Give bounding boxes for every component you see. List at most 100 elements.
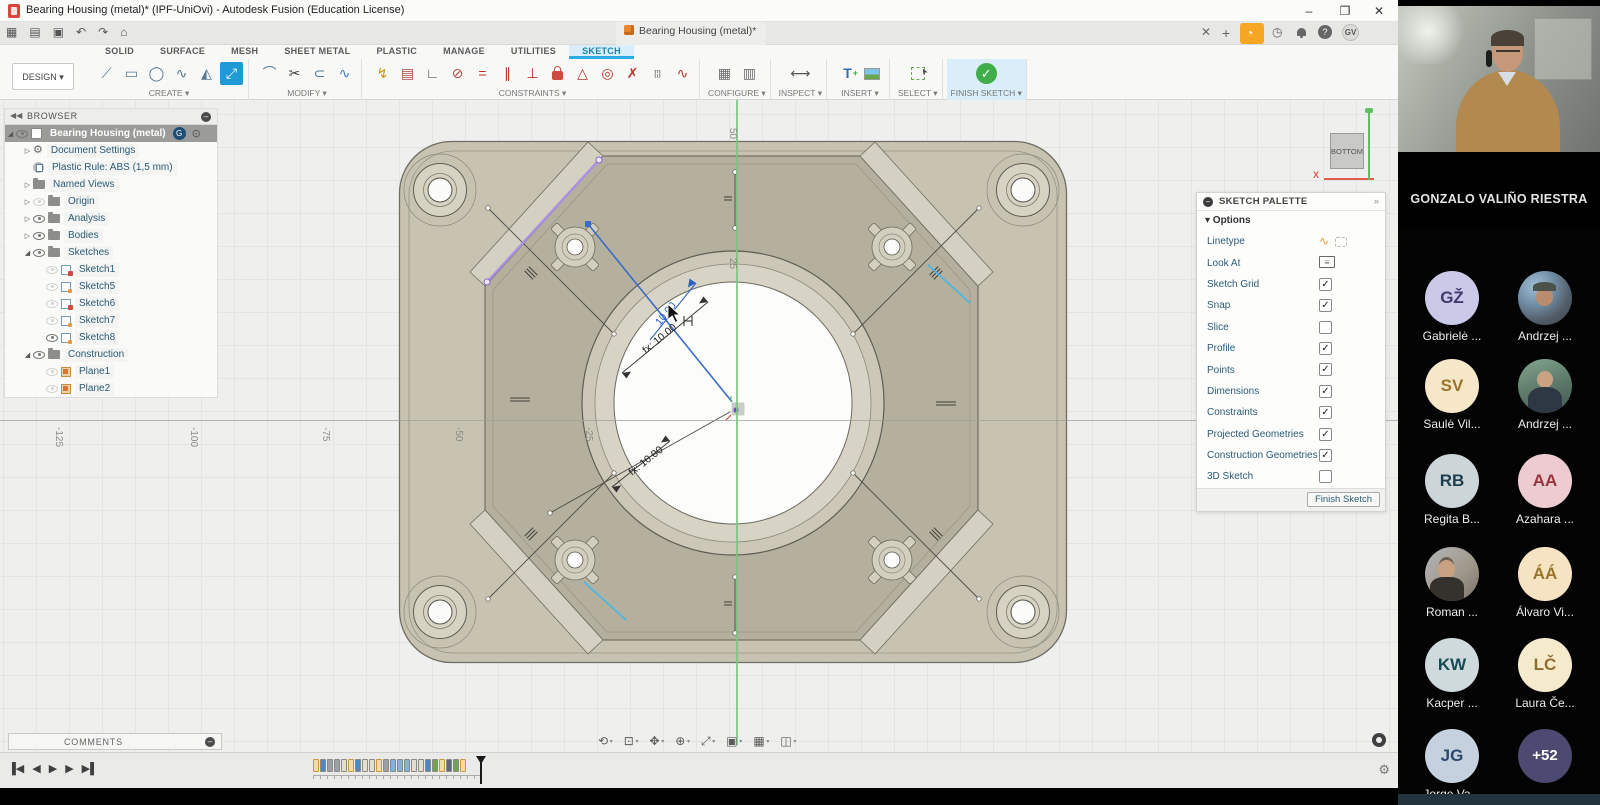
group-label[interactable]: SELECT ▾ [898, 88, 938, 99]
browser-item-document-settings[interactable]: ▷⚙Document Settings [5, 142, 217, 159]
timeline-feature-extrude[interactable] [320, 759, 326, 772]
eye-icon[interactable] [46, 300, 58, 308]
palette-row-snap-checkbox[interactable]: ✓ [1319, 299, 1332, 312]
group-label[interactable]: INSPECT ▾ [779, 88, 822, 99]
group-label[interactable]: CONSTRAINTS ▾ [499, 88, 567, 99]
sketch-palette-header[interactable]: – SKETCH PALETTE » [1197, 193, 1385, 211]
timeline-feature-sketch[interactable] [460, 759, 466, 772]
expand-icon[interactable]: ▷ [22, 198, 33, 206]
eye-icon[interactable] [16, 130, 28, 138]
tangent-tool-icon[interactable]: ⊘ [446, 62, 469, 85]
tab-plastic[interactable]: PLASTIC [363, 45, 430, 59]
bearing-housing-part[interactable]: fx: 10.00 fx: 10.00 10.00 [398, 140, 1068, 665]
browser-panel-header[interactable]: ◀◀ BROWSER – [5, 109, 217, 125]
timeline-feature-fillet-blue[interactable] [390, 759, 396, 772]
browser-item-plane1[interactable]: Plane1 [5, 363, 217, 380]
browser-item-sketches[interactable]: ◢Sketches [5, 244, 217, 261]
expand-icon[interactable]: ▷ [22, 215, 33, 223]
measure-tool-icon[interactable]: ⟷ [789, 62, 812, 85]
fix-tool-icon[interactable]: ↯ [371, 62, 394, 85]
collinear-tool-icon[interactable]: ✗ [621, 62, 644, 85]
edit-spline-tool-icon[interactable]: ∿ [333, 62, 356, 85]
timeline-feature-hole[interactable] [383, 759, 389, 772]
circle-tool-icon[interactable]: ◯ [145, 62, 168, 85]
maximize-button[interactable]: ❐ [1332, 2, 1358, 20]
home-icon[interactable]: ⌂ [120, 25, 127, 39]
timeline-feature-sketch[interactable] [376, 759, 382, 772]
orbit-icon[interactable]: ⟲ ▾ [598, 734, 613, 749]
timeline-feature-fillet[interactable] [341, 759, 347, 772]
spline-tool-icon[interactable]: ∿ [170, 62, 193, 85]
horizontal-vertical-tool-icon[interactable]: ∟ [421, 62, 444, 85]
timeline-feature-fillet[interactable] [362, 759, 368, 772]
browser-item-plane2[interactable]: Plane2 [5, 380, 217, 397]
document-tab[interactable]: Bearing Housing (metal)* [616, 22, 766, 45]
timeline-feature-fillet[interactable] [418, 759, 424, 772]
browser-item-construction[interactable]: ◢Construction [5, 346, 217, 363]
timeline-feature-sketch[interactable] [439, 759, 445, 772]
clock-icon[interactable]: ◷ [1272, 25, 1282, 39]
finish-sketch-tool-icon[interactable]: ✓ [975, 62, 998, 85]
linetype-spline-icon[interactable]: ∿ [1319, 235, 1329, 248]
expand-icon[interactable]: ▷ [22, 181, 33, 189]
account-avatar[interactable]: GV [1342, 24, 1359, 41]
undo-icon[interactable]: ↶ [76, 25, 86, 39]
help-icon[interactable]: ? [1318, 25, 1332, 39]
timeline-feature-thread[interactable] [446, 759, 452, 772]
tab-manage[interactable]: MANAGE [430, 45, 498, 59]
tab-mesh[interactable]: MESH [218, 45, 271, 59]
offset-tool-icon[interactable]: ⊂ [308, 62, 331, 85]
feedback-icon[interactable] [1372, 733, 1386, 747]
insert-image-tool-icon[interactable] [861, 62, 884, 85]
step-forward-button[interactable]: ▶ [65, 762, 73, 775]
palette-row-dimensions-checkbox[interactable]: ✓ [1319, 385, 1332, 398]
group-label[interactable]: CREATE ▾ [149, 88, 189, 99]
timeline-position-marker[interactable] [476, 756, 486, 784]
perpendicular-tool-icon[interactable]: ⊥ [521, 62, 544, 85]
eye-icon[interactable] [33, 249, 45, 257]
symmetry-tool-icon[interactable]: [¦] [646, 62, 669, 85]
skip-start-button[interactable]: ▐◀ [8, 762, 24, 775]
eye-icon[interactable] [46, 266, 58, 274]
eye-icon[interactable] [46, 385, 58, 393]
timeline-feature-hole[interactable] [327, 759, 333, 772]
ground-badge-icon[interactable]: G [173, 127, 186, 140]
tab-surface[interactable]: SURFACE [147, 45, 218, 59]
notification-bell-icon[interactable] [1297, 28, 1306, 36]
insert-fastener-tool-icon[interactable]: T [836, 62, 859, 85]
expand-icon[interactable]: ▷ [22, 147, 33, 155]
minimize-button[interactable]: – [1296, 2, 1322, 20]
lock-tool-icon[interactable] [546, 62, 569, 85]
palette-row-3d-sketch-checkbox[interactable] [1319, 470, 1332, 483]
palette-options-label[interactable]: ▾ Options [1197, 211, 1385, 231]
trim-tool-icon[interactable]: ✂ [283, 62, 306, 85]
eye-icon[interactable] [33, 215, 45, 223]
browser-item-sketch8[interactable]: Sketch8 [5, 329, 217, 346]
expand-icon[interactable]: ◢ [22, 351, 33, 359]
finish-sketch-button[interactable]: Finish Sketch [1307, 492, 1380, 507]
browser-item-sketch6[interactable]: Sketch6 [5, 295, 217, 312]
linetype-box-icon[interactable] [1335, 237, 1347, 247]
triangle-tool-icon[interactable]: △ [571, 62, 594, 85]
tab-utilities[interactable]: UTILITIES [498, 45, 569, 59]
palette-row-points-checkbox[interactable]: ✓ [1319, 363, 1332, 376]
palette-row-sketch-grid-checkbox[interactable]: ✓ [1319, 278, 1332, 291]
timeline-feature-fillet-blue[interactable] [397, 759, 403, 772]
expand-icon[interactable]: ◢ [22, 249, 33, 257]
design-workspace-dropdown[interactable]: DESIGN ▾ [12, 63, 74, 90]
timeline-feature-appearance[interactable] [432, 759, 438, 772]
new-tab-icon[interactable]: + [1222, 25, 1230, 41]
tab-sketch[interactable]: SKETCH [569, 45, 634, 59]
eye-icon[interactable] [46, 334, 58, 342]
select-tool-icon[interactable] [906, 62, 929, 85]
active-speaker-tile[interactable]: GONZALO VALIÑO RIESTRA [1398, 0, 1600, 228]
timeline-feature-box[interactable] [425, 759, 431, 772]
browser-item-sketch7[interactable]: Sketch7 [5, 312, 217, 329]
fit-view-icon[interactable]: ⤢ ▾ [701, 734, 715, 749]
model-canvas[interactable]: fx: 10.00 fx: 10.00 10.00 [0, 100, 1398, 752]
collapse-panel-icon[interactable]: ◀◀ [10, 111, 22, 120]
file-menu-icon[interactable]: ▤ [29, 25, 40, 39]
expand-icon[interactable]: ◢ [5, 130, 16, 138]
display-settings-icon[interactable]: ▣ ▾ [726, 734, 742, 749]
palette-collapse-icon[interactable]: – [1203, 197, 1213, 207]
